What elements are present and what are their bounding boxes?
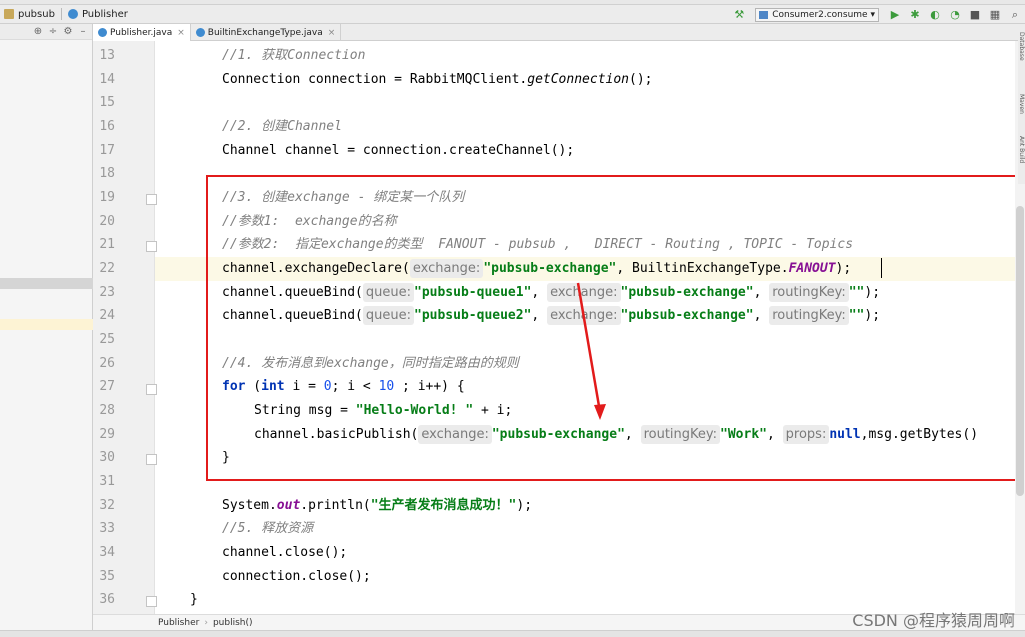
code-string: "生产者发布消息成功！" — [370, 498, 517, 513]
tab-builtin-exchange-type[interactable]: BuiltinExchangeType.java × — [191, 24, 342, 41]
tab-label: Publisher.java — [110, 27, 173, 38]
nav-project[interactable]: pubsub — [0, 5, 59, 24]
line-number: 13 — [99, 48, 115, 63]
debug-icon[interactable]: ✱ — [908, 8, 922, 22]
line-number: 24 — [99, 308, 115, 323]
line-number: 18 — [99, 166, 115, 181]
line-number: 22 — [99, 261, 115, 276]
line-number-gutter: 13 14 15 16 17 18 19 20 21 22 23 24 25 2… — [93, 41, 157, 614]
line-number: 33 — [99, 521, 115, 536]
watermark: CSDN @程序猿周周啊 — [852, 611, 1015, 630]
nav-file[interactable]: Publisher — [64, 5, 132, 24]
code-line-17: Channel channel = connection.createChann… — [222, 143, 575, 158]
code-line-14: Connection connection = RabbitMQClient.g… — [222, 68, 652, 92]
collapse-icon[interactable]: ÷ — [47, 26, 59, 37]
locate-icon[interactable]: ⊕ — [32, 26, 44, 37]
line-number: 26 — [99, 356, 115, 371]
line-number: 25 — [99, 332, 115, 347]
line-number: 23 — [99, 285, 115, 300]
ant-build-tool-tab[interactable]: Ant Build — [1018, 136, 1025, 163]
project-tree-highlighted-row[interactable] — [0, 319, 93, 330]
line-number: 14 — [99, 72, 115, 87]
nav-separator — [60, 8, 62, 20]
gear-icon[interactable]: ⚙ — [62, 26, 74, 37]
nav-project-label: pubsub — [18, 8, 55, 20]
code-method: getConnection — [527, 72, 629, 87]
run-config-icon — [759, 10, 769, 19]
code-token: ); — [516, 498, 533, 513]
build-hammer-icon[interactable]: ⚒ — [732, 8, 746, 22]
tab-publisher[interactable]: Publisher.java × — [93, 24, 191, 41]
tab-label: BuiltinExchangeType.java — [207, 27, 323, 38]
run-config-label: Consumer2.consume — [772, 9, 868, 20]
minimize-icon[interactable]: – — [77, 26, 89, 37]
navigation-bar: pubsub Publisher ⚒ Consumer2.consume ▾ ▶… — [0, 5, 1025, 24]
folder-icon — [4, 9, 14, 19]
java-class-icon — [98, 28, 107, 37]
scrollbar-thumb[interactable] — [1016, 206, 1024, 496]
line-number: 29 — [99, 427, 115, 442]
breadcrumb-method[interactable]: publish() — [213, 618, 253, 628]
maven-tool-tab[interactable]: Maven — [1018, 94, 1025, 114]
project-structure-icon[interactable]: ▦ — [988, 8, 1002, 22]
profile-icon[interactable]: ◔ — [948, 8, 962, 22]
code-token: .println( — [300, 498, 371, 513]
line-number: 16 — [99, 119, 115, 134]
coverage-icon[interactable]: ◐ — [928, 8, 942, 22]
project-tree-selected-row[interactable] — [0, 278, 93, 289]
java-class-icon — [67, 9, 78, 19]
database-tool-tab[interactable]: Database — [1018, 32, 1025, 61]
line-number: 17 — [99, 143, 115, 158]
breadcrumb-separator: › — [204, 617, 208, 628]
line-number: 32 — [99, 498, 115, 513]
code-token: Connection connection = RabbitMQClient. — [222, 72, 528, 87]
line-number: 34 — [99, 545, 115, 560]
run-config-select[interactable]: Consumer2.consume ▾ — [755, 7, 879, 22]
line-number: 19 — [99, 190, 115, 205]
code-line-34: channel.close(); — [222, 545, 348, 560]
annotation-box — [206, 175, 1017, 481]
status-bar — [0, 630, 1025, 637]
project-panel-toolbar: ⊕ ÷ ⚙ – — [0, 24, 92, 40]
nav-file-label: Publisher — [81, 8, 128, 20]
right-tool-strip: Database Maven Ant Build — [1018, 24, 1025, 184]
stop-icon[interactable]: ■ — [968, 8, 982, 22]
line-number: 15 — [99, 95, 115, 110]
line-number: 30 — [99, 450, 115, 465]
code-line-35: connection.close(); — [222, 569, 371, 584]
code-line-16: //2. 创建Channel — [222, 119, 342, 134]
code-line-32: System.out.println("生产者发布消息成功！"); — [222, 494, 532, 518]
code-line-36: } — [190, 592, 198, 607]
line-number: 36 — [99, 592, 115, 607]
breadcrumb-class[interactable]: Publisher — [158, 618, 199, 628]
code-token: (); — [629, 72, 653, 87]
line-number: 28 — [99, 403, 115, 418]
code-line-13: //1. 获取Connection — [222, 48, 366, 63]
java-class-icon — [195, 28, 205, 37]
code-token: System. — [222, 498, 277, 513]
close-icon[interactable]: × — [177, 28, 185, 38]
search-icon[interactable]: ⌕ — [1008, 8, 1022, 22]
line-number: 21 — [99, 237, 115, 252]
code-line-33: //5. 释放资源 — [222, 521, 314, 536]
line-number: 20 — [99, 214, 115, 229]
line-number: 35 — [99, 569, 115, 584]
line-number: 27 — [99, 379, 115, 394]
chevron-down-icon: ▾ — [870, 9, 875, 20]
project-panel: ⊕ ÷ ⚙ – — [0, 24, 93, 637]
code-static-field: out — [276, 498, 301, 513]
run-icon[interactable]: ▶ — [888, 8, 902, 22]
line-number: 31 — [99, 474, 115, 489]
run-toolbar: ⚒ Consumer2.consume ▾ ▶ ✱ ◐ ◔ ■ ▦ ⌕ — [729, 5, 1025, 24]
close-icon[interactable]: × — [328, 28, 336, 38]
editor-tab-bar: Publisher.java × BuiltinExchangeType.jav… — [93, 24, 1025, 41]
